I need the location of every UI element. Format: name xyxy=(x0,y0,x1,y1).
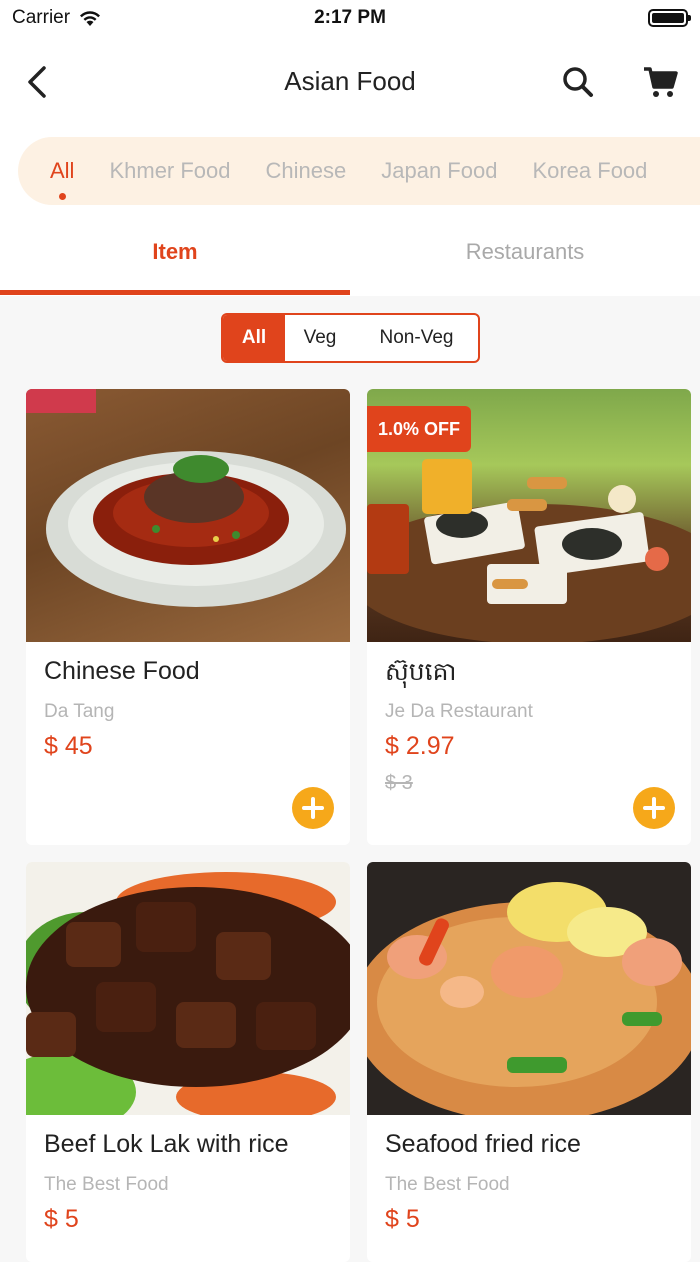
cart-icon xyxy=(644,67,678,97)
category-bar: All Khmer Food Chinese Japan Food Korea … xyxy=(0,124,700,216)
restaurant-name: The Best Food xyxy=(385,1174,510,1195)
restaurant-name: Je Da Restaurant xyxy=(385,701,533,722)
food-image xyxy=(26,862,350,1115)
diet-filter: All Veg Non-Veg xyxy=(221,313,480,363)
discount-badge: 1.0% OFF xyxy=(367,406,472,452)
clock: 2:17 PM xyxy=(314,7,386,28)
nav-bar: Asian Food xyxy=(0,40,700,124)
product-card[interactable]: Seafood fried rice The Best Food $ 5 xyxy=(367,862,691,1262)
food-image xyxy=(26,389,350,642)
tab-item[interactable]: Item xyxy=(0,216,350,296)
tab-indicator xyxy=(0,290,350,295)
product-price: $ 5 xyxy=(385,1205,420,1233)
category-japan-food[interactable]: Japan Food xyxy=(381,158,497,184)
product-name: Chinese Food xyxy=(44,657,200,685)
filter-all[interactable]: All xyxy=(223,315,285,361)
restaurant-name: Da Tang xyxy=(44,701,115,722)
cart-button[interactable] xyxy=(640,62,680,102)
category-list: All Khmer Food Chinese Japan Food Korea … xyxy=(18,137,700,205)
food-image: 1.0% OFF xyxy=(367,389,691,642)
category-korea-food[interactable]: Korea Food xyxy=(532,158,647,184)
add-to-cart-button[interactable] xyxy=(292,787,334,829)
tab-restaurants[interactable]: Restaurants xyxy=(350,216,700,296)
category-khmer-food[interactable]: Khmer Food xyxy=(109,158,230,184)
search-icon xyxy=(563,67,593,97)
product-price: $ 2.97 xyxy=(385,732,455,760)
search-button[interactable] xyxy=(558,62,598,102)
product-price: $ 45 xyxy=(44,732,93,760)
food-image xyxy=(367,862,691,1115)
restaurant-name: The Best Food xyxy=(44,1174,169,1195)
battery-icon xyxy=(648,9,691,27)
product-name: Seafood fried rice xyxy=(385,1130,581,1158)
category-all[interactable]: All xyxy=(50,158,74,200)
category-chinese[interactable]: Chinese xyxy=(266,158,347,184)
filter-non-veg[interactable]: Non-Veg xyxy=(355,315,478,361)
status-bar: Carrier 2:17 PM xyxy=(0,0,700,40)
product-card[interactable]: Chinese Food Da Tang $ 45 xyxy=(26,389,350,845)
product-card[interactable]: Beef Lok Lak with rice The Best Food $ 5 xyxy=(26,862,350,1262)
product-price: $ 5 xyxy=(44,1205,79,1233)
product-name: Beef Lok Lak with rice xyxy=(44,1130,289,1158)
product-card[interactable]: 1.0% OFF ស៊ុបគោ Je Da Restaurant $ 2.97 … xyxy=(367,389,691,845)
product-name: ស៊ុបគោ xyxy=(385,658,457,686)
tab-bar: Item Restaurants xyxy=(0,216,700,296)
filter-veg[interactable]: Veg xyxy=(285,315,355,361)
original-price: $ 3 xyxy=(385,772,413,794)
add-to-cart-button[interactable] xyxy=(633,787,675,829)
